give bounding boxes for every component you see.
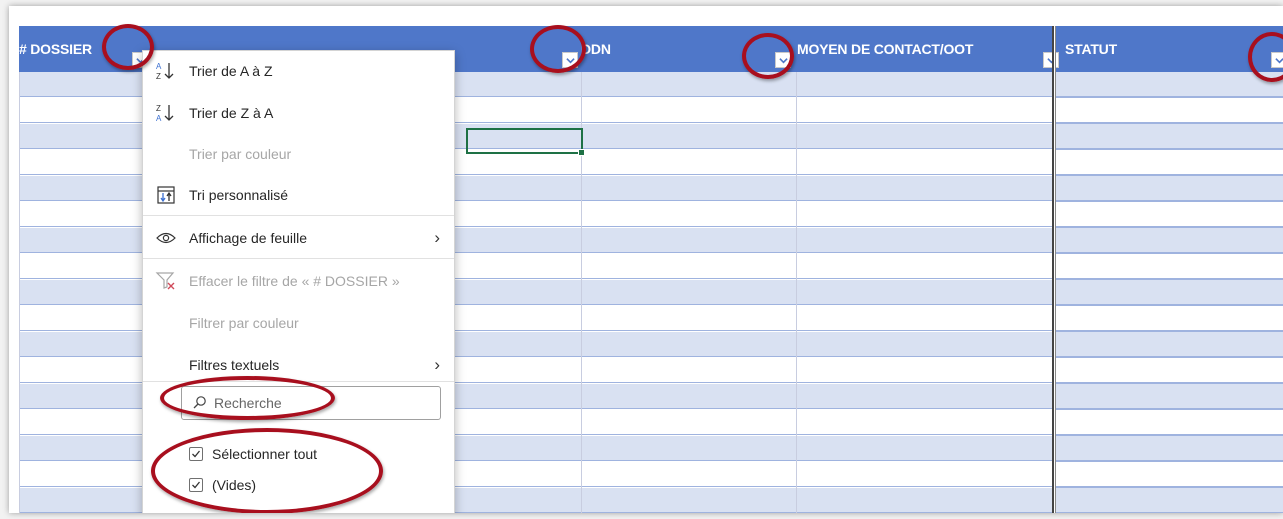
statut-row-line: [1056, 227, 1283, 228]
statut-row-line: [1056, 123, 1283, 124]
menu-label: Trier de Z à A: [189, 105, 274, 121]
menu-sort-a-z[interactable]: A Z Trier de A à Z: [143, 54, 454, 88]
statut-row-line: [1056, 305, 1283, 306]
chevron-right-icon: ›: [434, 355, 440, 374]
clear-filter-icon: [154, 269, 178, 293]
statut-row-line: [1056, 201, 1283, 202]
menu-label: Effacer le filtre de « # DOSSIER »: [189, 273, 400, 289]
annotation-ellipse-search: [160, 376, 335, 420]
header-dossier: # DOSSIER: [19, 41, 92, 57]
annotation-circle: [530, 25, 586, 73]
header-statut: STATUT: [1065, 41, 1117, 57]
menu-label: Filtres textuels: [189, 357, 280, 373]
menu-label: Trier par couleur: [189, 146, 292, 162]
column-divider: [796, 72, 797, 513]
statut-row-line: [1056, 435, 1283, 436]
annotation-circle: [742, 33, 794, 79]
annotation-circle: [102, 24, 154, 70]
menu-label: Filtrer par couleur: [189, 315, 299, 331]
menu-text-filters[interactable]: Filtres textuels ›: [143, 348, 454, 382]
menu-sheet-view[interactable]: Affichage de feuille ›: [143, 221, 454, 255]
active-cell[interactable]: [466, 128, 585, 156]
statut-row-line: [1056, 461, 1283, 462]
statut-row-line: [1056, 279, 1283, 280]
statut-row-line: [1056, 331, 1283, 332]
annotation-ellipse-checkboxes: [151, 428, 383, 513]
menu-custom-sort[interactable]: Tri personnalisé: [143, 178, 454, 212]
chevron-right-icon: ›: [434, 228, 440, 247]
menu-separator: [143, 215, 454, 216]
freeze-pane-divider[interactable]: [1052, 26, 1056, 513]
svg-text:Z: Z: [156, 104, 161, 113]
svg-text:A: A: [156, 62, 162, 71]
eye-icon: [154, 226, 178, 250]
menu-clear-filter: Effacer le filtre de « # DOSSIER »: [143, 264, 454, 298]
sort-az-icon: A Z: [154, 59, 178, 83]
spreadsheet-window: # DOSSIER DDN MOYEN DE CONTACT/OOT STATU…: [9, 6, 1283, 513]
statut-row-line: [1056, 149, 1283, 150]
svg-text:A: A: [156, 114, 162, 123]
statut-row-line: [1056, 97, 1283, 98]
menu-separator: [143, 258, 454, 259]
column-divider: [19, 72, 20, 513]
menu-sort-z-a[interactable]: Z A Trier de Z à A: [143, 96, 454, 130]
statut-row-line: [1056, 357, 1283, 358]
statut-row-line: [1056, 383, 1283, 384]
header-moyen-de-contact: MOYEN DE CONTACT/OOT: [797, 41, 974, 57]
statut-row-line: [1056, 175, 1283, 176]
statut-row-line: [1056, 409, 1283, 410]
statut-row-line: [1056, 487, 1283, 488]
svg-text:Z: Z: [156, 72, 161, 81]
menu-filter-by-color: Filtrer par couleur: [143, 306, 454, 340]
filter-dropdown-moyen-right[interactable]: [1043, 52, 1059, 68]
menu-sort-by-color: Trier par couleur: [143, 137, 454, 171]
menu-label: Tri personnalisé: [189, 187, 289, 203]
menu-label: Trier de A à Z: [189, 63, 273, 79]
custom-sort-icon: [154, 183, 178, 207]
sort-za-icon: Z A: [154, 101, 178, 125]
menu-label: Affichage de feuille: [189, 230, 308, 246]
statut-row-line: [1056, 253, 1283, 254]
